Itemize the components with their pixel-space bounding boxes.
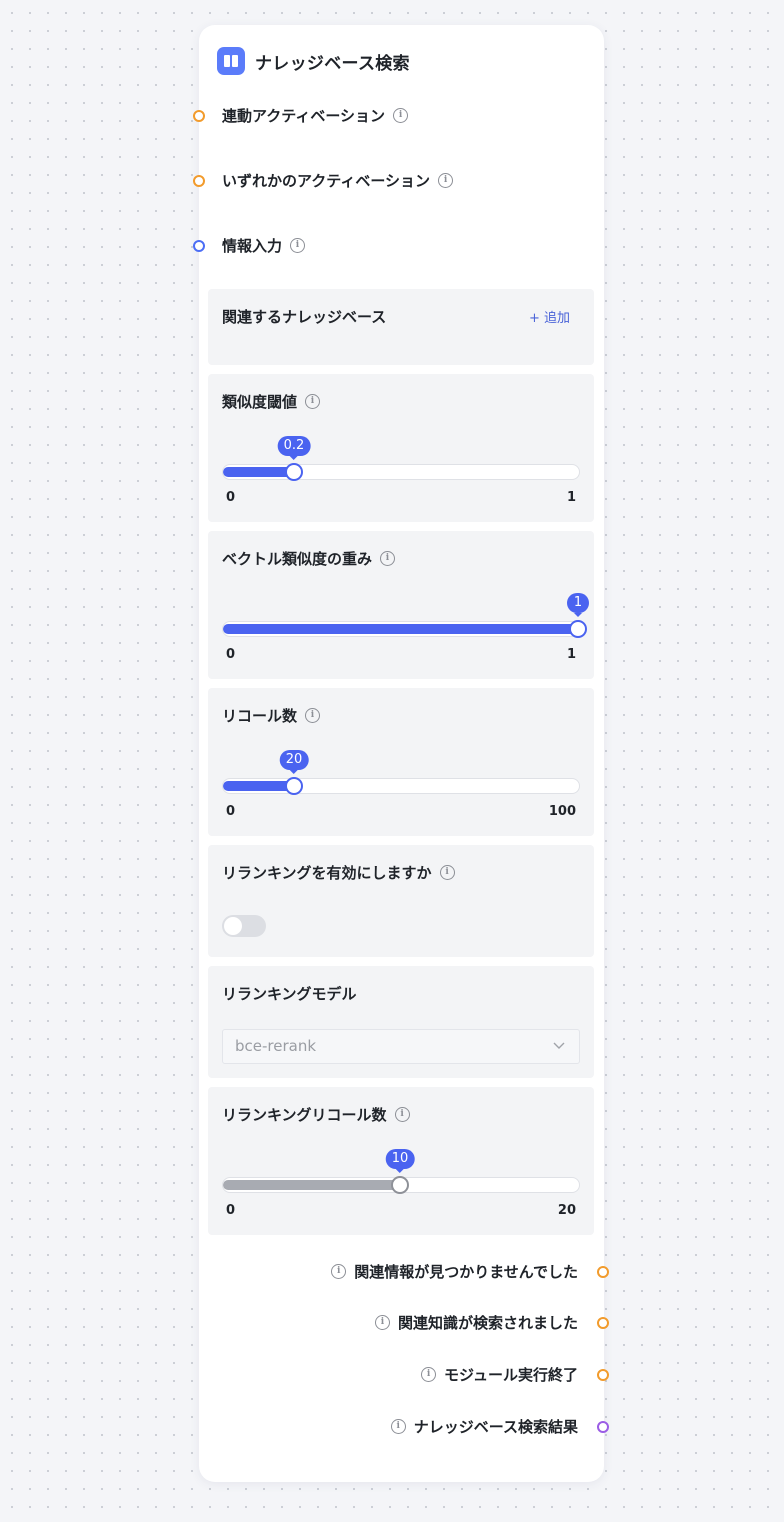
info-icon[interactable]: i bbox=[439, 865, 455, 880]
output-label: 関連情報が見つかりませんでした bbox=[354, 1263, 578, 1281]
rerank-model-section: リランキングモデル bce-rerank bbox=[208, 966, 594, 1078]
vector-weight-value-bubble: 1 bbox=[567, 593, 589, 617]
knowledge-base-section: 関連するナレッジベース + 追加 bbox=[208, 289, 594, 365]
chevron-down-icon bbox=[553, 1042, 565, 1049]
rerank-model-label: リランキングモデル bbox=[222, 985, 357, 1003]
input-port-info-input[interactable] bbox=[193, 240, 205, 252]
info-icon[interactable]: i bbox=[380, 551, 396, 566]
output-port-module-finished[interactable] bbox=[597, 1369, 609, 1381]
info-icon[interactable]: i bbox=[305, 394, 321, 409]
node-title: ナレッジベース検索 bbox=[255, 53, 410, 74]
output-label: 関連知識が検索されました bbox=[397, 1314, 578, 1332]
info-icon[interactable]: i bbox=[305, 708, 321, 723]
output-module-finished: i モジュール実行終了 bbox=[421, 1364, 578, 1385]
output-label: モジュール実行終了 bbox=[444, 1366, 578, 1384]
input-label: 連動アクティベーション bbox=[222, 107, 386, 125]
recall-min: 0 bbox=[226, 804, 236, 819]
output-port-found[interactable] bbox=[597, 1317, 609, 1329]
similarity-section: 類似度閾値 i 0.2 0 1 bbox=[208, 374, 594, 522]
similarity-value-bubble: 0.2 bbox=[277, 436, 311, 460]
input-port-link-activation[interactable] bbox=[193, 110, 205, 122]
info-icon[interactable]: i bbox=[374, 1315, 390, 1330]
info-icon[interactable]: i bbox=[290, 238, 306, 253]
recall-label: リコール数 i bbox=[222, 705, 321, 726]
vector-weight-label: ベクトル類似度の重み i bbox=[222, 548, 396, 569]
toggle-knob bbox=[224, 917, 242, 935]
rerank-recall-max: 20 bbox=[557, 1203, 576, 1218]
similarity-label-text: 類似度閾値 bbox=[222, 393, 298, 411]
input-any-activation: いずれかのアクティベーション i bbox=[222, 170, 454, 191]
rerank-recall-label-text: リランキングリコール数 bbox=[222, 1106, 387, 1124]
recall-label-text: リコール数 bbox=[222, 707, 298, 725]
output-port-not-found[interactable] bbox=[597, 1266, 609, 1278]
info-icon[interactable]: i bbox=[421, 1367, 437, 1382]
recall-section: リコール数 i 20 0 100 bbox=[208, 688, 594, 836]
output-label: ナレッジベース検索結果 bbox=[413, 1418, 578, 1436]
recall-slider-thumb[interactable] bbox=[285, 777, 303, 795]
output-search-result: i ナレッジベース検索結果 bbox=[390, 1416, 578, 1437]
info-icon[interactable]: i bbox=[394, 1107, 410, 1122]
rerank-toggle-switch[interactable] bbox=[222, 915, 266, 937]
vector-weight-label-text: ベクトル類似度の重み bbox=[222, 550, 373, 568]
recall-slider-track[interactable] bbox=[222, 778, 580, 794]
rerank-model-select[interactable]: bce-rerank bbox=[222, 1029, 580, 1064]
vector-weight-slider-thumb[interactable] bbox=[569, 620, 587, 638]
info-icon[interactable]: i bbox=[438, 173, 454, 188]
rerank-recall-label: リランキングリコール数 i bbox=[222, 1104, 410, 1125]
book-icon bbox=[217, 47, 245, 75]
recall-max: 100 bbox=[548, 804, 576, 819]
vector-weight-min: 0 bbox=[226, 647, 236, 662]
similarity-max: 1 bbox=[566, 490, 576, 505]
knowledge-search-node[interactable]: ナレッジベース検索 連動アクティベーション i いずれかのアクティベーション i… bbox=[193, 25, 609, 1482]
rerank-toggle-section: リランキングを有効にしますか i bbox=[208, 845, 594, 957]
rerank-recall-slider-fill bbox=[223, 1180, 401, 1190]
similarity-slider-thumb[interactable] bbox=[285, 463, 303, 481]
rerank-recall-min: 0 bbox=[226, 1203, 236, 1218]
recall-value-bubble: 20 bbox=[279, 750, 309, 774]
vector-weight-slider-track[interactable] bbox=[222, 621, 580, 637]
info-icon[interactable]: i bbox=[331, 1264, 347, 1279]
input-info-input: 情報入力 i bbox=[222, 235, 306, 256]
rerank-toggle-label: リランキングを有効にしますか i bbox=[222, 862, 455, 883]
vector-weight-slider-fill bbox=[223, 624, 577, 634]
info-icon[interactable]: i bbox=[390, 1419, 406, 1434]
rerank-toggle-label-text: リランキングを有効にしますか bbox=[222, 864, 432, 882]
similarity-label: 類似度閾値 i bbox=[222, 391, 321, 412]
knowledge-base-label: 関連するナレッジベース bbox=[222, 308, 387, 326]
rerank-model-value: bce-rerank bbox=[235, 1037, 317, 1055]
vector-weight-section: ベクトル類似度の重み i 1 0 1 bbox=[208, 531, 594, 679]
input-label: 情報入力 bbox=[222, 237, 283, 255]
output-found: i 関連知識が検索されました bbox=[374, 1312, 578, 1333]
rerank-recall-section: リランキングリコール数 i 10 0 20 bbox=[208, 1087, 594, 1235]
info-icon[interactable]: i bbox=[393, 108, 409, 123]
input-port-any-activation[interactable] bbox=[193, 175, 205, 187]
output-not-found: i 関連情報が見つかりませんでした bbox=[331, 1261, 578, 1282]
rerank-recall-slider-thumb[interactable] bbox=[391, 1176, 409, 1194]
node-header: ナレッジベース検索 bbox=[217, 47, 410, 75]
input-label: いずれかのアクティベーション bbox=[222, 172, 431, 190]
add-knowledge-base-button[interactable]: + 追加 bbox=[529, 307, 570, 326]
input-link-activation: 連動アクティベーション i bbox=[222, 105, 409, 126]
output-port-search-result[interactable] bbox=[597, 1421, 609, 1433]
vector-weight-max: 1 bbox=[566, 647, 576, 662]
similarity-slider-track[interactable] bbox=[222, 464, 580, 480]
similarity-min: 0 bbox=[226, 490, 236, 505]
rerank-recall-value-bubble: 10 bbox=[385, 1149, 415, 1173]
